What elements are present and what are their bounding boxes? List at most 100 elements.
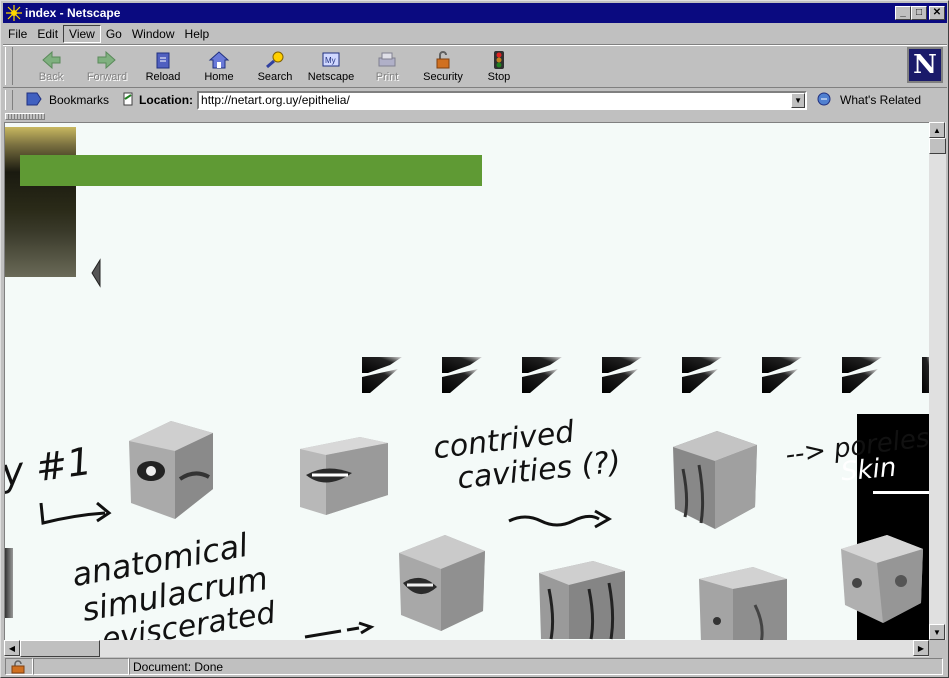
title-bar[interactable]: index - Netscape _ □ ✕ [3, 3, 947, 23]
vertical-scroll-thumb[interactable] [929, 138, 946, 154]
menu-go[interactable]: Go [101, 26, 127, 42]
menu-go-label: Go [105, 26, 122, 41]
cube-body[interactable] [695, 565, 791, 640]
menu-help-label: Help [184, 26, 210, 41]
padlock-icon [431, 49, 455, 71]
horizontal-scroll-thumb[interactable] [20, 640, 100, 657]
security-label: Security [423, 71, 463, 83]
dashed-arrow-icon [304, 621, 375, 639]
white-underline [873, 491, 929, 494]
back-button[interactable]: Back [23, 47, 79, 87]
search-label: Search [257, 71, 293, 83]
cube-torso[interactable] [669, 429, 761, 531]
menu-help[interactable]: Help [180, 26, 215, 42]
reload-icon [151, 49, 175, 71]
browser-window: index - Netscape _ □ ✕ File Edit View Go… [0, 0, 949, 678]
search-icon [263, 49, 287, 71]
toolbar-grip[interactable] [5, 47, 13, 85]
green-bar [20, 155, 482, 186]
netscape-app-icon [6, 5, 22, 21]
menu-file[interactable]: File [3, 26, 32, 42]
menu-window-label: Window [131, 26, 175, 41]
whats-related-button[interactable]: What's Related [815, 91, 921, 110]
security-status-icon[interactable] [5, 658, 33, 675]
menu-file-label: File [8, 26, 28, 41]
home-icon [207, 49, 231, 71]
left-arrow-icon[interactable] [90, 258, 102, 288]
bookmarks-button[interactable]: Bookmarks [25, 91, 109, 110]
printer-icon [375, 49, 399, 71]
netscape-button[interactable]: My Netscape [303, 47, 359, 87]
menu-bar: File Edit View Go Window Help [3, 24, 947, 43]
window-title: index - Netscape [25, 6, 121, 20]
status-bar: Document: Done [3, 657, 947, 676]
reload-label: Reload [145, 71, 181, 83]
menu-view[interactable]: View [63, 24, 101, 43]
collapsed-toolbar-strip [3, 112, 947, 121]
header-photo [5, 127, 76, 277]
location-label: Location: [121, 91, 193, 110]
stop-button[interactable]: Stop [471, 47, 527, 87]
forward-arrow-icon [95, 49, 119, 71]
scroll-up-icon[interactable]: ▲ [929, 122, 945, 138]
print-label: Print [375, 71, 399, 83]
my-netscape-icon: My [319, 49, 343, 71]
forward-button[interactable]: Forward [79, 47, 135, 87]
svg-text:My: My [325, 56, 336, 65]
menu-edit-label: Edit [37, 26, 59, 41]
home-label: Home [204, 71, 234, 83]
right-arrow-icon [39, 501, 112, 525]
scroll-left-icon[interactable]: ◀ [4, 640, 20, 656]
menu-window[interactable]: Window [127, 26, 180, 42]
search-button[interactable]: Search [247, 47, 303, 87]
cube-skin-closeup[interactable] [837, 533, 927, 625]
menu-view-label: View [69, 26, 95, 41]
print-button[interactable]: Print [359, 47, 415, 87]
corner-shape-row [362, 357, 929, 397]
location-label-text: Location: [139, 93, 194, 107]
reload-button[interactable]: Reload [135, 47, 191, 87]
page-proxy-icon[interactable] [121, 91, 135, 110]
url-text: http://netart.org.uy/epithelia/ [201, 93, 350, 107]
status-text: Document: Done [133, 659, 224, 674]
maximize-button[interactable]: □ [911, 6, 927, 20]
menu-edit[interactable]: Edit [32, 26, 63, 42]
handwritten-skin: Skin [839, 452, 898, 488]
whats-related-label: What's Related [840, 93, 922, 107]
horizontal-scrollbar[interactable]: ◀ ▶ [4, 640, 929, 657]
back-arrow-icon [39, 49, 63, 71]
cube-mouth[interactable] [296, 433, 392, 519]
cube-skin-folds[interactable] [533, 559, 629, 640]
scroll-right-icon[interactable]: ▶ [913, 640, 929, 656]
location-grip[interactable] [5, 90, 13, 110]
cube-edge-left[interactable] [5, 548, 13, 618]
location-bar: Bookmarks Location: http://netart.org.uy… [3, 89, 947, 111]
cube-lips[interactable] [395, 533, 489, 633]
status-text-cell: Document: Done [129, 658, 943, 675]
netscape-throbber-logo[interactable]: N [907, 47, 943, 83]
forward-label: Forward [86, 71, 128, 83]
scroll-corner [929, 640, 946, 657]
security-button[interactable]: Security [415, 47, 471, 87]
back-label: Back [38, 71, 64, 83]
close-button[interactable]: ✕ [929, 6, 945, 20]
netscape-label: Netscape [307, 71, 355, 83]
handwritten-number: y #1 [4, 438, 95, 496]
squiggle-arrow-icon [508, 509, 613, 529]
whats-related-icon [815, 91, 837, 110]
cube-eye[interactable] [125, 419, 217, 523]
url-dropdown-icon[interactable]: ▼ [791, 92, 806, 108]
page-content: contrived cavities (?) --> poreless Skin… [4, 122, 929, 640]
stop-icon [487, 49, 511, 71]
collapsed-toolbar-tab[interactable] [5, 113, 45, 120]
stop-label: Stop [487, 71, 511, 83]
bookmarks-label: Bookmarks [49, 93, 110, 107]
navigation-toolbar: Back Forward Reload Home Search My Netsc… [3, 44, 947, 88]
minimize-button[interactable]: _ [895, 6, 911, 20]
home-button[interactable]: Home [191, 47, 247, 87]
bookmarks-icon [25, 91, 45, 110]
url-input[interactable]: http://netart.org.uy/epithelia/ ▼ [197, 90, 808, 110]
vertical-scrollbar[interactable]: ▲ ▼ [929, 122, 946, 640]
progress-cell [33, 658, 129, 675]
scroll-down-icon[interactable]: ▼ [929, 624, 945, 640]
